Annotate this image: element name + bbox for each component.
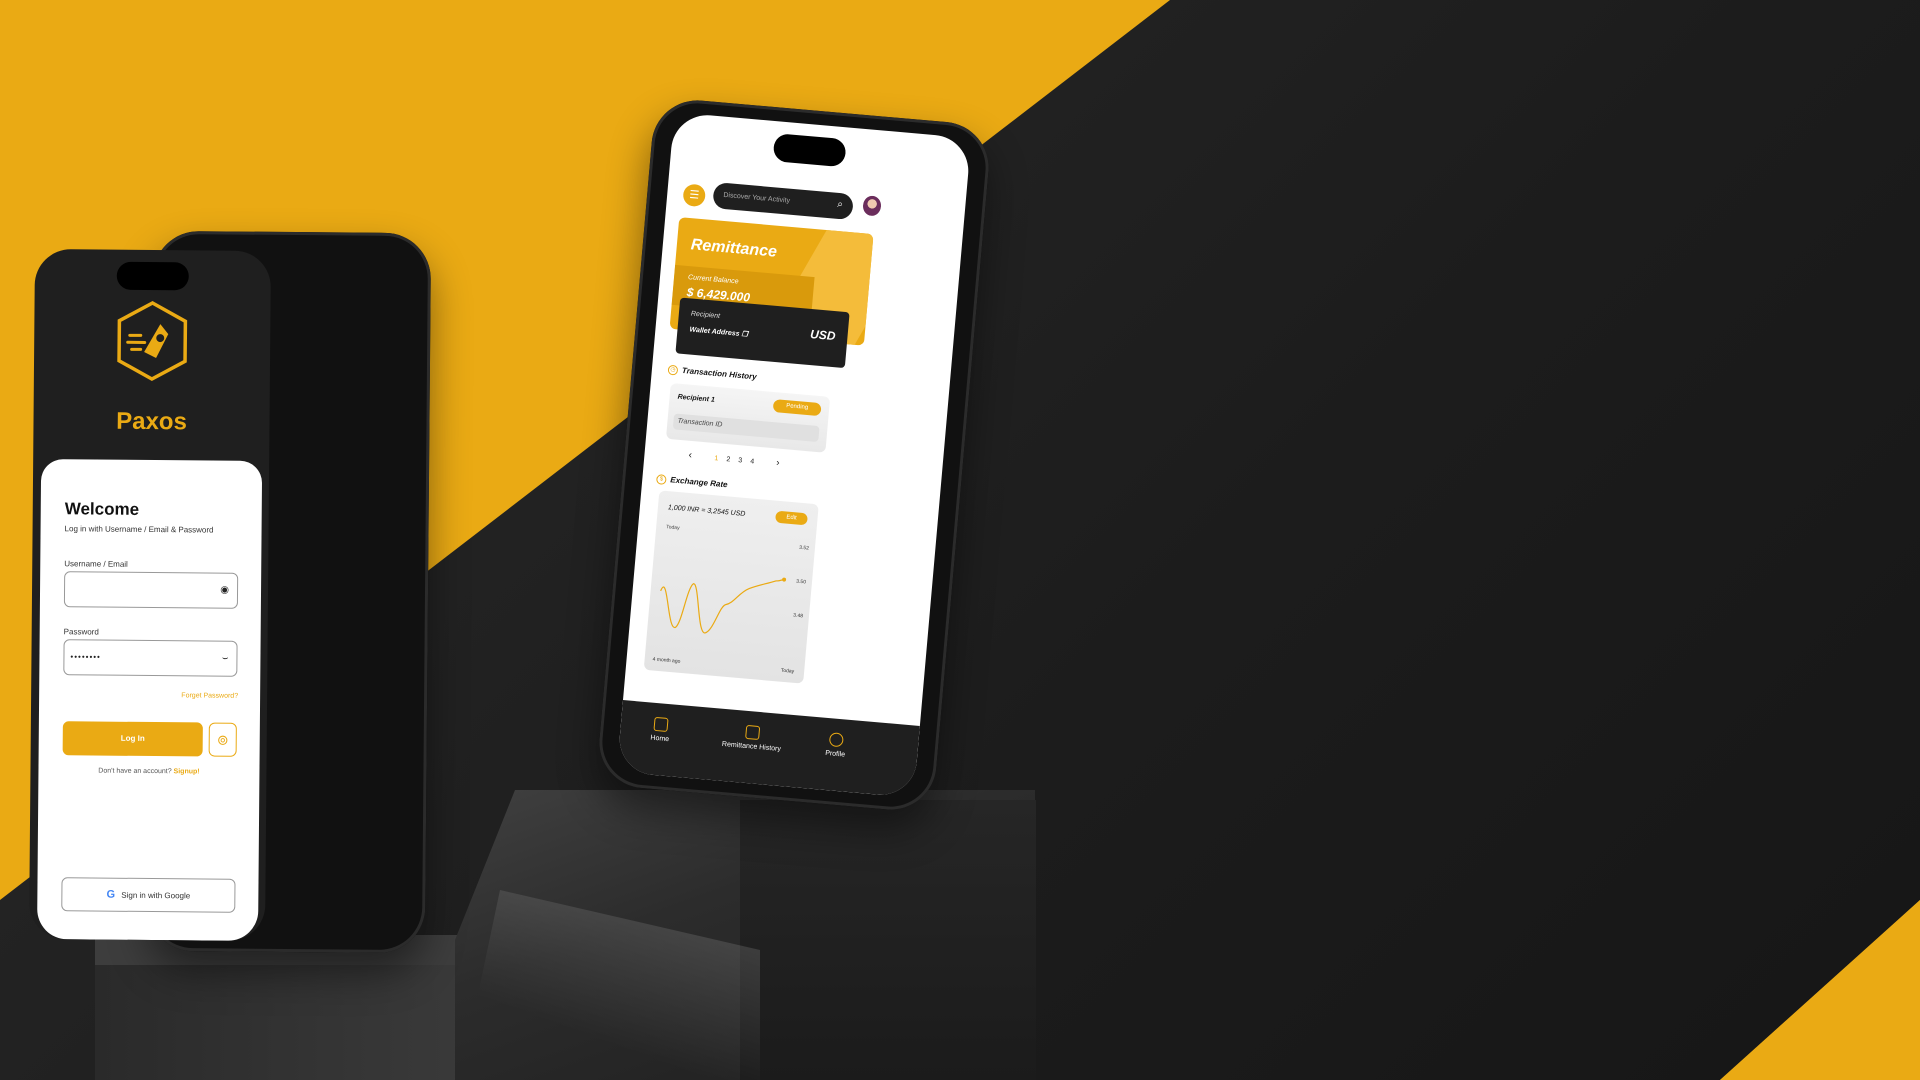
username-field[interactable]: ◉ [63, 571, 239, 609]
page-2[interactable]: 2 [726, 456, 731, 463]
chevron-left-icon[interactable]: ‹ [688, 450, 692, 461]
y-tick-high: 3.52 [798, 544, 810, 552]
tab-profile-label: Profile [824, 749, 846, 759]
page-3[interactable]: 3 [738, 457, 743, 464]
google-icon: G [106, 888, 116, 901]
exchange-rate-card: 1,000 INR = 3,2545 USD Today Edit 3.52 3… [643, 490, 819, 684]
exchange-rate-value: 1,000 INR = 3,2545 USD [667, 504, 746, 518]
exchange-rate-line-chart [660, 577, 787, 634]
remittance-history-icon [745, 724, 761, 741]
pagination: ‹ 1 2 3 4 › [684, 449, 805, 475]
eye-closed-icon[interactable]: ⌣ [222, 653, 229, 664]
transaction-history-title: Transaction History [681, 365, 758, 382]
copy-icon[interactable]: ❐ [741, 331, 748, 339]
eye-icon[interactable]: ◉ [220, 585, 229, 596]
profile-icon [828, 732, 844, 748]
page-1[interactable]: 1 [714, 455, 719, 462]
dashboard-screen: ☰ Discover Your Activity ⌕ Remittance Cu… [616, 112, 972, 798]
tab-remittance-history-label: Remittance History [721, 740, 782, 753]
tab-remittance-history[interactable]: Remittance History [711, 722, 793, 754]
transaction-recipient: Recipient 1 [677, 393, 716, 404]
exchange-rate-title: Exchange Rate [669, 475, 728, 490]
wallet-address-row: Wallet Address ❐ [689, 325, 748, 338]
recipient-label: Recipient [690, 310, 721, 321]
pedestal-front-face [740, 800, 1036, 1080]
wallet-address-label: Wallet Address [689, 326, 740, 338]
y-tick-mid: 3.50 [795, 578, 807, 586]
transaction-card[interactable]: Recipient 1 Pending Transaction ID [665, 382, 831, 453]
password-label: Password [63, 627, 99, 637]
transaction-id: Transaction ID [672, 413, 820, 443]
dashboard-phone-frame: ☰ Discover Your Activity ⌕ Remittance Cu… [595, 96, 993, 814]
signup-line: Don't have an account? Signup! [38, 767, 259, 776]
exchange-icon: $ [655, 474, 667, 485]
welcome-title: Welcome [64, 499, 140, 519]
search-placeholder: Discover Your Activity [723, 191, 791, 205]
menu-button[interactable]: ☰ [682, 183, 707, 208]
tab-profile[interactable]: Profile [815, 731, 857, 759]
edit-button[interactable]: Edit [775, 510, 808, 526]
fingerprint-button[interactable]: ⊚ [208, 722, 237, 757]
page-4[interactable]: 4 [750, 458, 755, 465]
rate-period: Today [665, 524, 680, 532]
search-icon[interactable]: ⌕ [837, 199, 844, 210]
username-label: Username / Email [64, 559, 128, 569]
password-value: •••••••• [70, 652, 101, 662]
no-account-text: Don't have an account? [98, 767, 172, 776]
avatar[interactable] [860, 192, 885, 219]
login-card: Welcome Log in with Username / Email & P… [36, 459, 263, 941]
x-tick-end: Today [780, 667, 795, 675]
google-signin-button[interactable]: G Sign in with Google [61, 877, 236, 913]
y-tick-low: 3.48 [793, 612, 804, 620]
paxos-rocket-hexagon-icon [117, 301, 188, 382]
fingerprint-icon: ⊚ [216, 731, 229, 748]
currency-label: USD [809, 326, 837, 344]
bottom-tab-bar: Home Remittance History Profile [616, 700, 920, 798]
menu-icon: ☰ [688, 188, 700, 202]
dynamic-island [116, 261, 189, 291]
brand-name: Paxos [116, 407, 187, 436]
home-icon [653, 716, 669, 733]
clock-icon: ◷ [667, 364, 679, 376]
google-signin-label: Sign in with Google [121, 890, 191, 901]
search-input[interactable]: Discover Your Activity ⌕ [712, 182, 854, 221]
welcome-subtitle: Log in with Username / Email & Password [64, 524, 214, 535]
tab-home-label: Home [650, 734, 670, 744]
dynamic-island [772, 133, 847, 168]
signup-link[interactable]: Signup! [174, 768, 200, 775]
status-badge: Pending [772, 399, 822, 417]
password-field[interactable]: •••••••• ⌣ [63, 639, 238, 677]
login-button[interactable]: Log In [62, 721, 203, 757]
remittance-title: Remittance [690, 236, 778, 261]
x-tick-start: 4 month ago [652, 656, 681, 665]
forgot-password-link[interactable]: Forget Password? [181, 692, 238, 699]
tab-home[interactable]: Home [640, 716, 682, 744]
chevron-right-icon[interactable]: › [776, 458, 780, 469]
login-screen: Paxos Welcome Log in with Username / Ema… [28, 248, 272, 942]
